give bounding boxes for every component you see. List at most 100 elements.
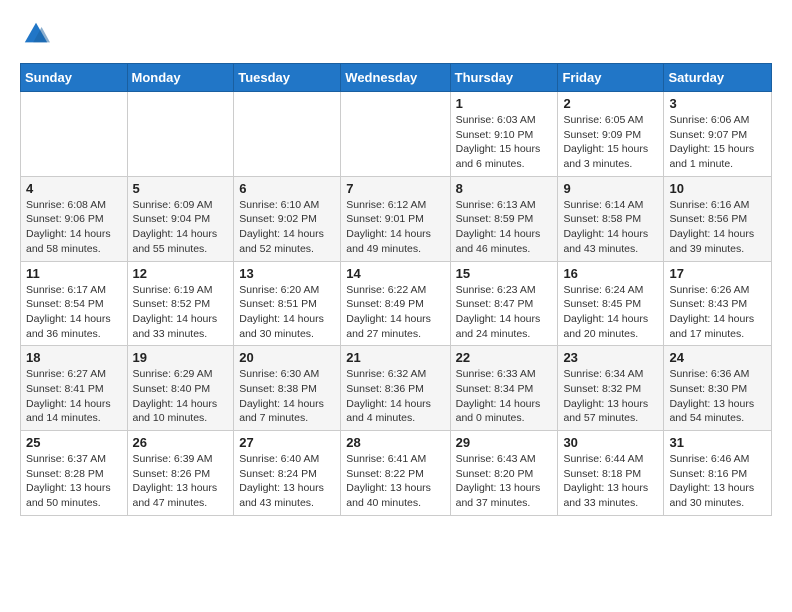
day-number: 18: [26, 350, 122, 365]
day-number: 22: [456, 350, 553, 365]
day-number: 10: [669, 181, 766, 196]
calendar-week-row: 1 Sunrise: 6:03 AM Sunset: 9:10 PM Daylig…: [21, 92, 772, 177]
day-info: Sunrise: 6:40 AM Sunset: 8:24 PM Dayligh…: [239, 452, 335, 511]
calendar-cell: [341, 92, 450, 177]
weekday-header-sunday: Sunday: [21, 64, 128, 92]
day-info: Sunrise: 6:12 AM Sunset: 9:01 PM Dayligh…: [346, 198, 444, 257]
day-info: Sunrise: 6:10 AM Sunset: 9:02 PM Dayligh…: [239, 198, 335, 257]
day-number: 17: [669, 266, 766, 281]
day-info: Sunrise: 6:33 AM Sunset: 8:34 PM Dayligh…: [456, 367, 553, 426]
day-info: Sunrise: 6:17 AM Sunset: 8:54 PM Dayligh…: [26, 283, 122, 342]
page-header: [20, 20, 772, 53]
calendar-cell: 1 Sunrise: 6:03 AM Sunset: 9:10 PM Daylig…: [450, 92, 558, 177]
weekday-header-thursday: Thursday: [450, 64, 558, 92]
calendar-cell: [21, 92, 128, 177]
day-info: Sunrise: 6:32 AM Sunset: 8:36 PM Dayligh…: [346, 367, 444, 426]
day-info: Sunrise: 6:08 AM Sunset: 9:06 PM Dayligh…: [26, 198, 122, 257]
calendar-cell: 4 Sunrise: 6:08 AM Sunset: 9:06 PM Daylig…: [21, 176, 128, 261]
calendar-cell: 13Sunrise: 6:20 AM Sunset: 8:51 PM Dayli…: [234, 261, 341, 346]
calendar-cell: 14 Sunrise: 6:22 AM Sunset: 8:49 PM Dayli…: [341, 261, 450, 346]
calendar-week-row: 4 Sunrise: 6:08 AM Sunset: 9:06 PM Daylig…: [21, 176, 772, 261]
day-number: 28: [346, 435, 444, 450]
day-number: 21: [346, 350, 444, 365]
calendar-cell: 11Sunrise: 6:17 AM Sunset: 8:54 PM Dayli…: [21, 261, 128, 346]
day-info: Sunrise: 6:41 AM Sunset: 8:22 PM Dayligh…: [346, 452, 444, 511]
calendar-cell: 6 Sunrise: 6:10 AM Sunset: 9:02 PM Daylig…: [234, 176, 341, 261]
day-info: Sunrise: 6:30 AM Sunset: 8:38 PM Dayligh…: [239, 367, 335, 426]
day-number: 19: [133, 350, 229, 365]
calendar-cell: 31Sunrise: 6:46 AM Sunset: 8:16 PM Dayli…: [664, 431, 772, 516]
day-number: 5: [133, 181, 229, 196]
weekday-header-wednesday: Wednesday: [341, 64, 450, 92]
day-info: Sunrise: 6:13 AM Sunset: 8:59 PM Dayligh…: [456, 198, 553, 257]
day-number: 23: [563, 350, 658, 365]
calendar-cell: 21 Sunrise: 6:32 AM Sunset: 8:36 PM Dayli…: [341, 346, 450, 431]
calendar-cell: 17 Sunrise: 6:26 AM Sunset: 8:43 PM Dayli…: [664, 261, 772, 346]
day-number: 27: [239, 435, 335, 450]
day-number: 2: [563, 96, 658, 111]
day-info: Sunrise: 6:22 AM Sunset: 8:49 PM Dayligh…: [346, 283, 444, 342]
day-number: 14: [346, 266, 444, 281]
day-number: 25: [26, 435, 122, 450]
calendar-cell: 12 Sunrise: 6:19 AM Sunset: 8:52 PM Dayli…: [127, 261, 234, 346]
day-info: Sunrise: 6:03 AM Sunset: 9:10 PM Dayligh…: [456, 113, 553, 172]
day-number: 6: [239, 181, 335, 196]
calendar-cell: 10 Sunrise: 6:16 AM Sunset: 8:56 PM Dayli…: [664, 176, 772, 261]
logo-icon: [22, 20, 50, 48]
weekday-header-friday: Friday: [558, 64, 664, 92]
day-info: Sunrise: 6:05 AM Sunset: 9:09 PM Dayligh…: [563, 113, 658, 172]
day-info: Sunrise: 6:26 AM Sunset: 8:43 PM Dayligh…: [669, 283, 766, 342]
calendar-cell: 3Sunrise: 6:06 AM Sunset: 9:07 PM Daylig…: [664, 92, 772, 177]
calendar-cell: 7 Sunrise: 6:12 AM Sunset: 9:01 PM Daylig…: [341, 176, 450, 261]
day-info: Sunrise: 6:43 AM Sunset: 8:20 PM Dayligh…: [456, 452, 553, 511]
calendar-cell: 30Sunrise: 6:44 AM Sunset: 8:18 PM Dayli…: [558, 431, 664, 516]
day-info: Sunrise: 6:29 AM Sunset: 8:40 PM Dayligh…: [133, 367, 229, 426]
day-number: 30: [563, 435, 658, 450]
day-info: Sunrise: 6:14 AM Sunset: 8:58 PM Dayligh…: [563, 198, 658, 257]
day-number: 15: [456, 266, 553, 281]
calendar-week-row: 25 Sunrise: 6:37 AM Sunset: 8:28 PM Dayli…: [21, 431, 772, 516]
day-info: Sunrise: 6:39 AM Sunset: 8:26 PM Dayligh…: [133, 452, 229, 511]
day-info: Sunrise: 6:09 AM Sunset: 9:04 PM Dayligh…: [133, 198, 229, 257]
calendar-cell: [234, 92, 341, 177]
calendar-week-row: 11Sunrise: 6:17 AM Sunset: 8:54 PM Dayli…: [21, 261, 772, 346]
calendar-cell: 16 Sunrise: 6:24 AM Sunset: 8:45 PM Dayli…: [558, 261, 664, 346]
calendar-cell: 27 Sunrise: 6:40 AM Sunset: 8:24 PM Dayli…: [234, 431, 341, 516]
day-number: 3: [669, 96, 766, 111]
weekday-header-monday: Monday: [127, 64, 234, 92]
day-number: 16: [563, 266, 658, 281]
calendar-cell: 9 Sunrise: 6:14 AM Sunset: 8:58 PM Daylig…: [558, 176, 664, 261]
day-number: 4: [26, 181, 122, 196]
day-number: 29: [456, 435, 553, 450]
day-number: 20: [239, 350, 335, 365]
calendar-cell: [127, 92, 234, 177]
day-info: Sunrise: 6:16 AM Sunset: 8:56 PM Dayligh…: [669, 198, 766, 257]
calendar-cell: 25 Sunrise: 6:37 AM Sunset: 8:28 PM Dayli…: [21, 431, 128, 516]
day-number: 1: [456, 96, 553, 111]
day-info: Sunrise: 6:23 AM Sunset: 8:47 PM Dayligh…: [456, 283, 553, 342]
weekday-header-tuesday: Tuesday: [234, 64, 341, 92]
calendar-cell: 8Sunrise: 6:13 AM Sunset: 8:59 PM Daylig…: [450, 176, 558, 261]
day-number: 26: [133, 435, 229, 450]
day-number: 7: [346, 181, 444, 196]
day-info: Sunrise: 6:19 AM Sunset: 8:52 PM Dayligh…: [133, 283, 229, 342]
day-number: 12: [133, 266, 229, 281]
logo: [20, 20, 54, 53]
day-info: Sunrise: 6:36 AM Sunset: 8:30 PM Dayligh…: [669, 367, 766, 426]
weekday-header-saturday: Saturday: [664, 64, 772, 92]
calendar-cell: 26 Sunrise: 6:39 AM Sunset: 8:26 PM Dayli…: [127, 431, 234, 516]
calendar-cell: 15 Sunrise: 6:23 AM Sunset: 8:47 PM Dayli…: [450, 261, 558, 346]
day-info: Sunrise: 6:20 AM Sunset: 8:51 PM Dayligh…: [239, 283, 335, 342]
calendar-week-row: 18 Sunrise: 6:27 AM Sunset: 8:41 PM Dayli…: [21, 346, 772, 431]
calendar-cell: 19 Sunrise: 6:29 AM Sunset: 8:40 PM Dayli…: [127, 346, 234, 431]
day-info: Sunrise: 6:24 AM Sunset: 8:45 PM Dayligh…: [563, 283, 658, 342]
calendar-cell: 29 Sunrise: 6:43 AM Sunset: 8:20 PM Dayli…: [450, 431, 558, 516]
calendar-cell: 18 Sunrise: 6:27 AM Sunset: 8:41 PM Dayli…: [21, 346, 128, 431]
calendar-cell: 28 Sunrise: 6:41 AM Sunset: 8:22 PM Dayli…: [341, 431, 450, 516]
calendar-cell: 22 Sunrise: 6:33 AM Sunset: 8:34 PM Dayli…: [450, 346, 558, 431]
day-info: Sunrise: 6:37 AM Sunset: 8:28 PM Dayligh…: [26, 452, 122, 511]
day-info: Sunrise: 6:27 AM Sunset: 8:41 PM Dayligh…: [26, 367, 122, 426]
day-number: 9: [563, 181, 658, 196]
day-info: Sunrise: 6:34 AM Sunset: 8:32 PM Dayligh…: [563, 367, 658, 426]
calendar-cell: 2 Sunrise: 6:05 AM Sunset: 9:09 PM Daylig…: [558, 92, 664, 177]
